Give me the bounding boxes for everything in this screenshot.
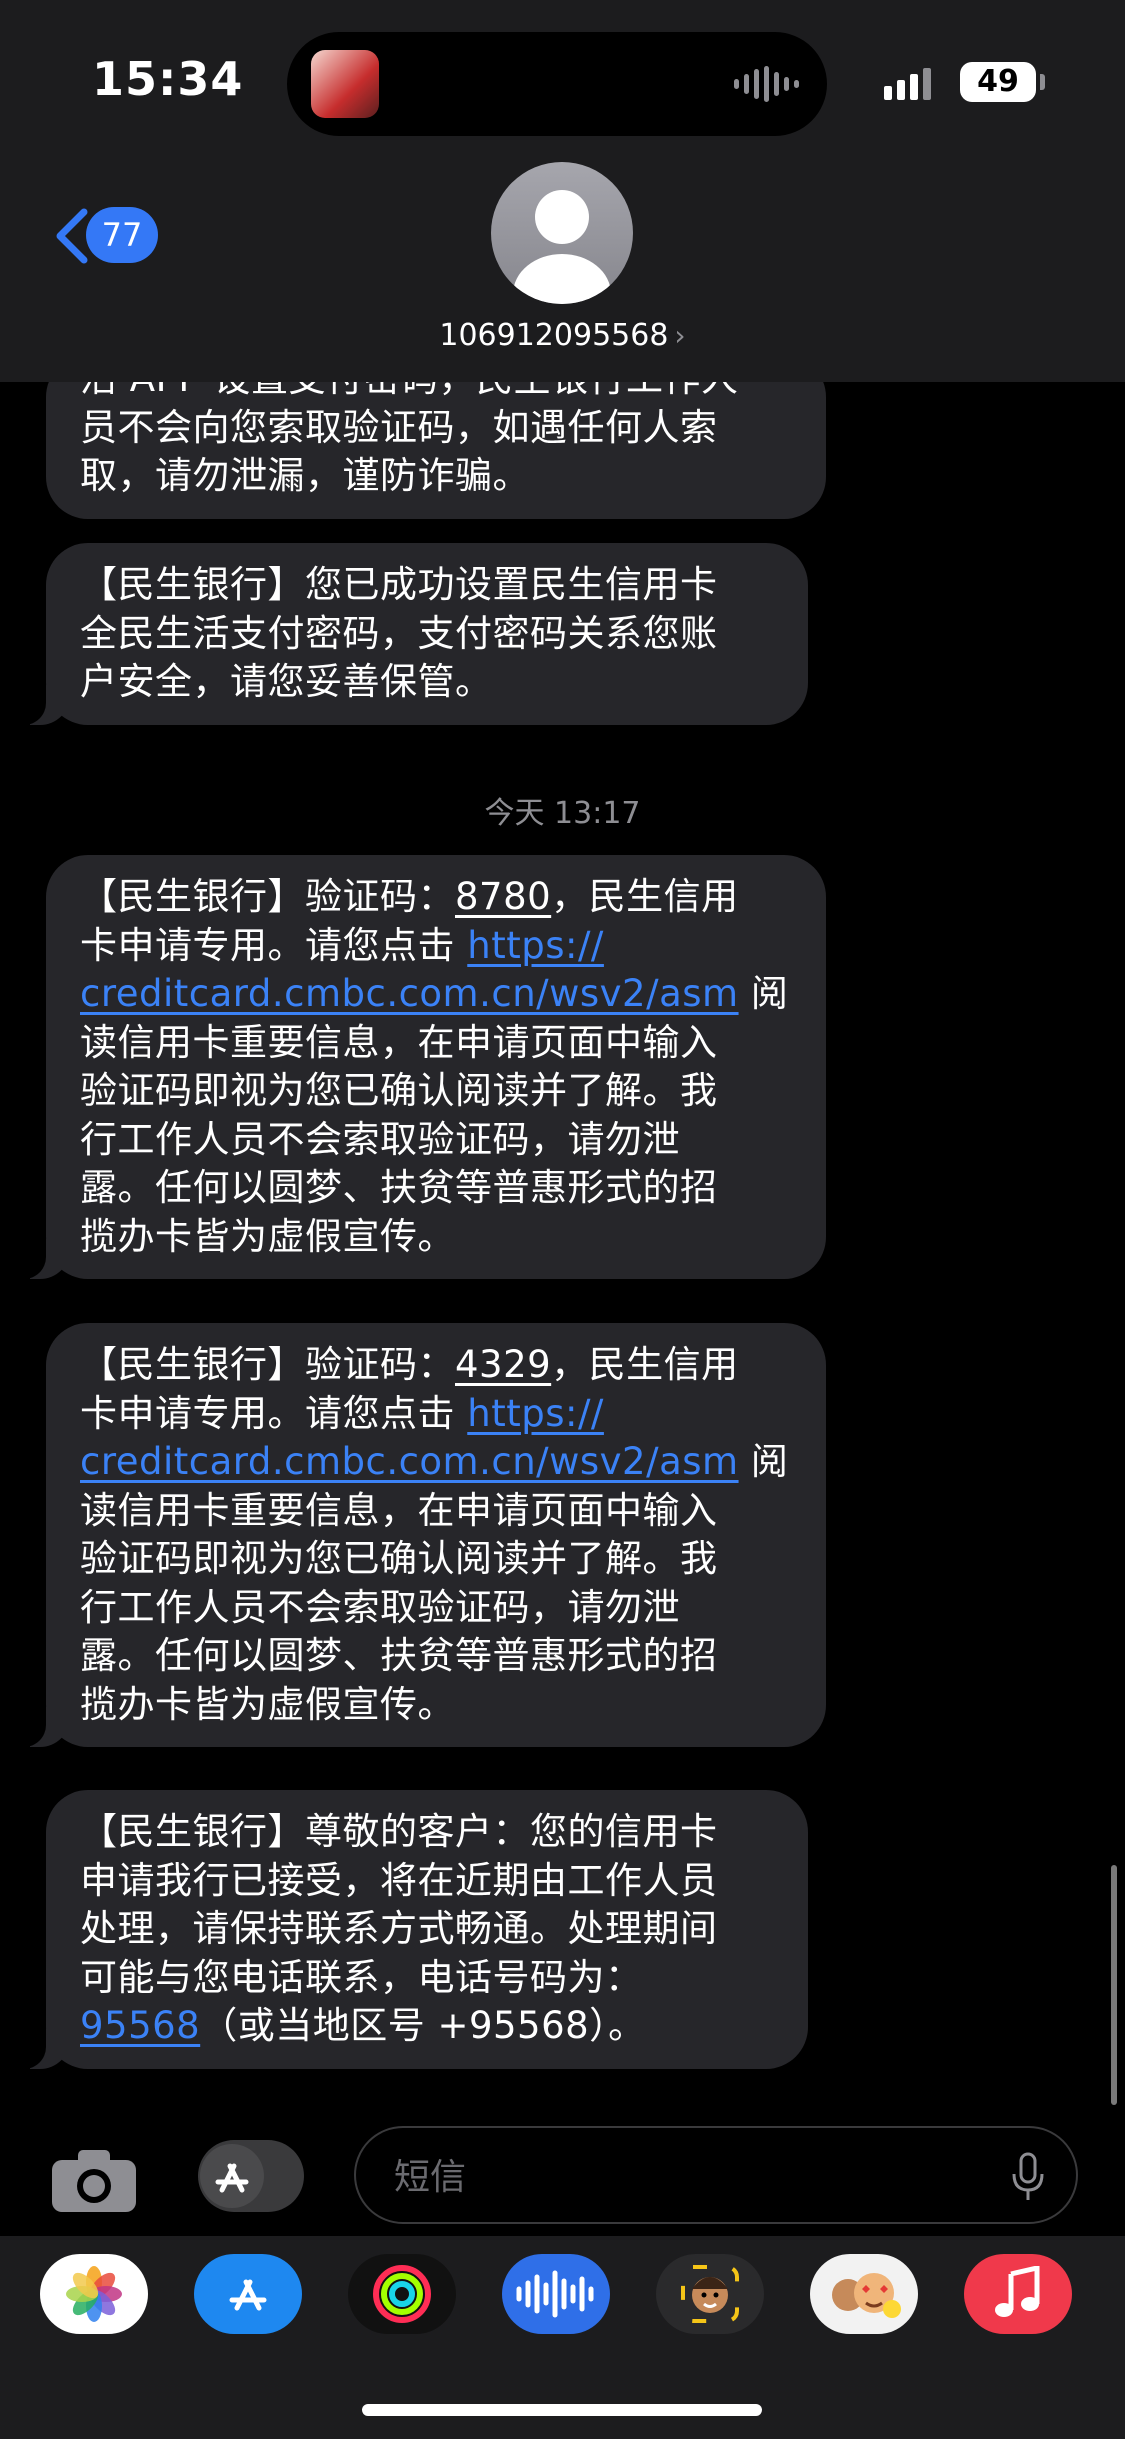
message-line: 【民生银行】验证码：4329，民生信用 [80,1341,792,1390]
message-input[interactable] [392,2148,956,2206]
bubble-tail [18,1239,70,1279]
conversation-header: 15:34 49 77 106912095568 › [0,0,1125,382]
message-line: 员不会向您索取验证码，如遇任何人索 [80,405,718,449]
verification-code[interactable]: 4329 [455,1343,551,1386]
message-line: 户安全，请您妥善保管。 [80,660,493,703]
message-input-field[interactable] [354,2126,1078,2224]
now-playing-artwork-icon [311,50,379,118]
bubble-tail [18,1707,70,1747]
message-text: 卡申请专用。请您点击 [80,923,468,967]
message-text: ，民生信用 [551,1343,739,1386]
message-text: 【民生银行】验证码： [80,1343,455,1386]
compose-bar [0,2120,1125,2240]
message-line: 行工作人员不会索取验证码，请勿泄 [80,1585,680,1629]
message-text: 阅 [738,972,789,1015]
message-bubble[interactable]: 【民生银行】验证码：8780，民生信用 卡申请专用。请您点击 https:// … [18,855,826,1279]
message-line: 读信用卡重要信息，在申请页面中输入 [80,1020,718,1064]
photos-icon[interactable] [40,2254,148,2334]
message-line: 行工作人员不会索取验证码，请勿泄 [80,1117,680,1161]
animoji-stickers-icon[interactable] [810,2254,918,2334]
message-bubble[interactable]: 【民生银行】尊敬的客户：您的信用卡 申请我行已接受，将在近期由工作人员 处理，请… [18,1790,808,2069]
message-text: ，民生信用 [551,875,739,918]
audio-waveform-icon [734,66,799,102]
message-bubble[interactable]: 【民生银行】您已成功设置民生信用卡 全民生活支付密码，支付密码关系您账 户安全，… [18,543,808,725]
home-indicator[interactable] [362,2404,762,2416]
message-line: 揽办卡皆为虚假宣传。 [80,1214,455,1258]
message-line: 卡申请专用。请您点击 https:// [80,1390,792,1439]
message-line: creditcard.cmbc.com.cn/wsv2/asm 阅 [80,970,792,1019]
app-store-icon[interactable] [194,2254,302,2334]
message-line: creditcard.cmbc.com.cn/wsv2/asm 阅 [80,1438,792,1487]
url-link[interactable]: https:// [467,1392,604,1435]
scroll-indicator[interactable] [1111,1865,1117,2105]
status-time: 15:34 [92,52,244,106]
dynamic-island[interactable] [287,32,827,136]
camera-icon[interactable] [50,2148,138,2214]
app-store-drawer-button[interactable] [198,2140,304,2212]
message-line: 可能与您电话联系，电话号码为： [80,1955,643,1999]
bubble-tail [18,2028,70,2069]
message-text: 卡申请专用。请您点击 [80,1391,468,1435]
message-line: 揽办卡皆为虚假宣传。 [80,1682,455,1726]
message-line: 95568（或当地区号 +95568）。 [80,2002,774,2051]
person-icon-body [513,254,611,304]
message-line: 取，请勿泄漏，谨防诈骗。 [80,454,530,497]
contact-number: 106912095568 [439,318,669,353]
audio-message-icon[interactable] [502,2254,610,2334]
message-line: 【民生银行】您已成功设置民生信用卡 [80,563,718,606]
contact-avatar[interactable] [491,162,633,304]
url-link[interactable]: creditcard.cmbc.com.cn/wsv2/asm [80,972,739,1015]
microphone-icon[interactable] [1010,2152,1046,2202]
url-link[interactable]: creditcard.cmbc.com.cn/wsv2/asm [80,1440,739,1483]
imessage-app-drawer [0,2236,1125,2439]
music-icon[interactable] [964,2254,1072,2334]
bubble-tail [18,684,70,725]
chevron-right-icon: › [674,319,686,352]
message-line: 验证码即视为您已确认阅读并了解。我 [80,1069,718,1112]
message-line: 读信用卡重要信息，在申请页面中输入 [80,1488,718,1532]
phone-link[interactable]: 95568 [80,2004,200,2047]
memoji-icon[interactable] [656,2254,764,2334]
message-bubble[interactable]: 【民生银行】验证码：4329，民生信用 卡申请专用。请您点击 https:// … [18,1323,826,1747]
verification-code[interactable]: 8780 [455,875,551,918]
message-line: 【民生银行】尊敬的客户：您的信用卡 [80,1810,718,1853]
message-text: 阅 [738,1440,789,1483]
message-text: 【民生银行】验证码： [80,875,455,918]
person-icon [535,190,589,244]
message-line: 处理，请保持联系方式畅通。处理期间 [80,1907,718,1950]
message-line: 【民生银行】验证码：8780，民生信用 [80,873,792,922]
fitness-icon[interactable] [348,2254,456,2334]
message-line: 露。任何以圆梦、扶贫等普惠形式的招 [80,1166,718,1209]
message-line: 卡申请专用。请您点击 https:// [80,922,792,971]
message-line: 验证码即视为您已确认阅读并了解。我 [80,1537,718,1580]
contact-name[interactable]: 106912095568 › [0,318,1125,353]
url-link[interactable]: https:// [467,924,604,967]
message-line: 全民生活支付密码，支付密码关系您账 [80,611,718,655]
message-text: （或当地区号 +95568）。 [200,2004,646,2047]
message-line: 申请我行已接受，将在近期由工作人员 [80,1858,718,1902]
message-timestamp: 今天 13:17 [484,796,641,831]
battery-icon: 49 [960,62,1036,102]
unread-count-badge[interactable]: 77 [86,207,158,263]
battery-cap [1040,74,1045,90]
cellular-signal-icon [884,68,931,100]
message-line: 露。任何以圆梦、扶贫等普惠形式的招 [80,1634,718,1677]
app-store-icon [200,2144,264,2208]
